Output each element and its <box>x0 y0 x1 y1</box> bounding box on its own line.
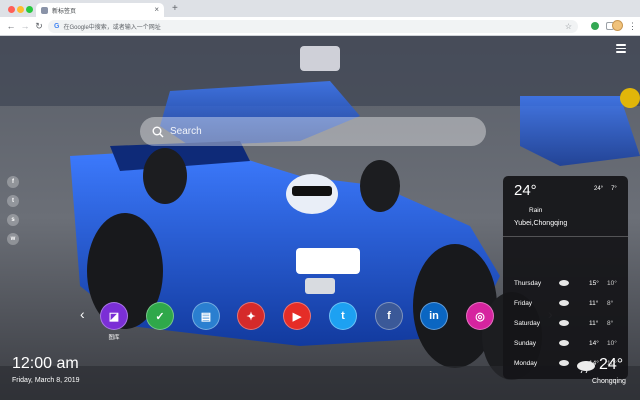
current-temperature: 24° <box>514 182 537 199</box>
linkedin-icon: in <box>420 302 448 330</box>
weather-condition: Rain <box>529 207 543 214</box>
forecast-low: 8° <box>607 299 614 307</box>
wechat-icon[interactable]: w <box>7 233 19 245</box>
youtube-icon: ▶ <box>283 302 311 330</box>
cloud-rain-icon[interactable] <box>576 359 596 373</box>
tab-title: 新标签页 <box>52 8 77 15</box>
cloud-rain-icon <box>559 340 569 346</box>
tab-strip: 新标签页 × + <box>0 0 640 17</box>
back-icon[interactable]: ← <box>5 20 17 32</box>
forecast-row: Saturday 11° 8° <box>514 317 624 329</box>
forecast-row: Sunday 14° 10° <box>514 337 624 349</box>
instagram-icon: ◎ <box>466 302 494 330</box>
forecast-day: Saturday <box>514 319 541 327</box>
shortcut-check[interactable]: ✓ <box>145 302 175 330</box>
weather-location: Yubei,Chongqing <box>514 220 568 227</box>
search-input[interactable] <box>170 126 474 137</box>
forecast-day: Sunday <box>514 339 537 347</box>
forecast-day: Thursday <box>514 279 542 287</box>
shortcut-game[interactable]: ✦ <box>236 302 266 330</box>
weather-forecast-panel: 24° 24° 7° Rain Yubei,Chongqing Thursday … <box>503 176 628 379</box>
shortcut-linkedin[interactable]: in <box>419 302 449 330</box>
twitter-icon[interactable]: t <box>7 195 19 207</box>
extension-icon[interactable] <box>591 22 599 30</box>
notes-icon: ▤ <box>192 302 220 330</box>
search-icon <box>152 126 164 137</box>
tab-favicon-icon <box>41 6 48 14</box>
forecast-high: 15° <box>589 279 599 287</box>
shortcut-facebook[interactable]: f <box>374 302 404 330</box>
shortcut-instagram[interactable]: ◎ <box>465 302 495 330</box>
browser-toolbar: ← → ↻ G 在Google中搜索，或者输入一个网址 ☆ ⋮ <box>0 17 640 36</box>
search-box[interactable] <box>140 117 486 146</box>
shortcut-gallery[interactable]: ◪ 图库 <box>99 302 129 341</box>
cloud-rain-icon <box>559 280 569 286</box>
weather-widget-temperature[interactable]: 24° <box>599 356 623 374</box>
cloud-rain-icon <box>559 300 569 306</box>
game-icon: ✦ <box>237 302 265 330</box>
shortcut-carousel: ‹ ◪ 图库 ✓ ▤ ✦ ▶ t f in ◎ › <box>80 302 560 344</box>
clock-time: 12:00 am <box>12 355 79 372</box>
cloud-rain-icon <box>559 360 569 366</box>
reload-icon[interactable]: ↻ <box>33 20 45 32</box>
carousel-prev-icon[interactable]: ‹ <box>80 306 85 322</box>
social-links: f t s w <box>7 176 19 252</box>
share-icon[interactable]: s <box>7 214 19 226</box>
tab-new-tab[interactable]: 新标签页 × <box>36 3 164 17</box>
forecast-high: 11° <box>589 299 599 307</box>
address-bar[interactable]: G 在Google中搜索，或者输入一个网址 ☆ <box>48 20 578 33</box>
check-icon: ✓ <box>146 302 174 330</box>
browser-chrome: 新标签页 × + ← → ↻ G 在Google中搜索，或者输入一个网址 ☆ ⋮ <box>0 0 640 36</box>
high-temperature: 24° <box>594 186 604 192</box>
new-tab-page: f t s w ‹ ◪ 图库 ✓ ▤ ✦ ▶ t f in ◎ <box>0 36 640 400</box>
shortcut-twitter[interactable]: t <box>328 302 358 330</box>
weather-widget-city: Chongqing <box>592 378 626 385</box>
shortcut-label: 图库 <box>108 335 120 341</box>
shortcut-notes[interactable]: ▤ <box>191 302 221 330</box>
forecast-high: 14° <box>589 339 599 347</box>
profile-avatar[interactable] <box>612 20 623 31</box>
forecast-low: 10° <box>607 339 617 347</box>
shortcut-youtube[interactable]: ▶ <box>282 302 312 330</box>
clock-date: Friday, March 8, 2019 <box>12 377 80 384</box>
minimize-window-button[interactable] <box>17 6 24 13</box>
facebook-icon: f <box>375 302 403 330</box>
cloud-rain-icon <box>559 320 569 326</box>
forecast-high: 11° <box>589 319 599 327</box>
close-window-button[interactable] <box>8 6 15 13</box>
forward-icon[interactable]: → <box>19 20 31 32</box>
tab-close-icon[interactable]: × <box>154 6 159 14</box>
forecast-day: Monday <box>514 359 538 367</box>
facebook-icon[interactable]: f <box>7 176 19 188</box>
address-bar-placeholder: 在Google中搜索，或者输入一个网址 <box>63 25 161 31</box>
gallery-icon: ◪ <box>100 302 128 330</box>
forecast-row: Thursday 15° 10° <box>514 277 624 289</box>
temperature-range: 24° 7° <box>594 186 625 192</box>
forecast-low: 8° <box>607 319 614 327</box>
forecast-row: Friday 11° 8° <box>514 297 624 309</box>
divider <box>503 236 628 237</box>
forecast-day: Friday <box>514 299 533 307</box>
low-temperature: 7° <box>611 186 617 192</box>
new-tab-button[interactable]: + <box>172 3 178 15</box>
forecast-low: 10° <box>607 279 617 287</box>
maximize-window-button[interactable] <box>26 6 33 13</box>
browser-menu-icon[interactable]: ⋮ <box>628 20 637 32</box>
bookmark-star-icon[interactable]: ☆ <box>565 22 572 31</box>
hamburger-menu-icon[interactable] <box>616 44 626 53</box>
twitter-icon: t <box>329 302 357 330</box>
google-icon: G <box>54 23 60 30</box>
